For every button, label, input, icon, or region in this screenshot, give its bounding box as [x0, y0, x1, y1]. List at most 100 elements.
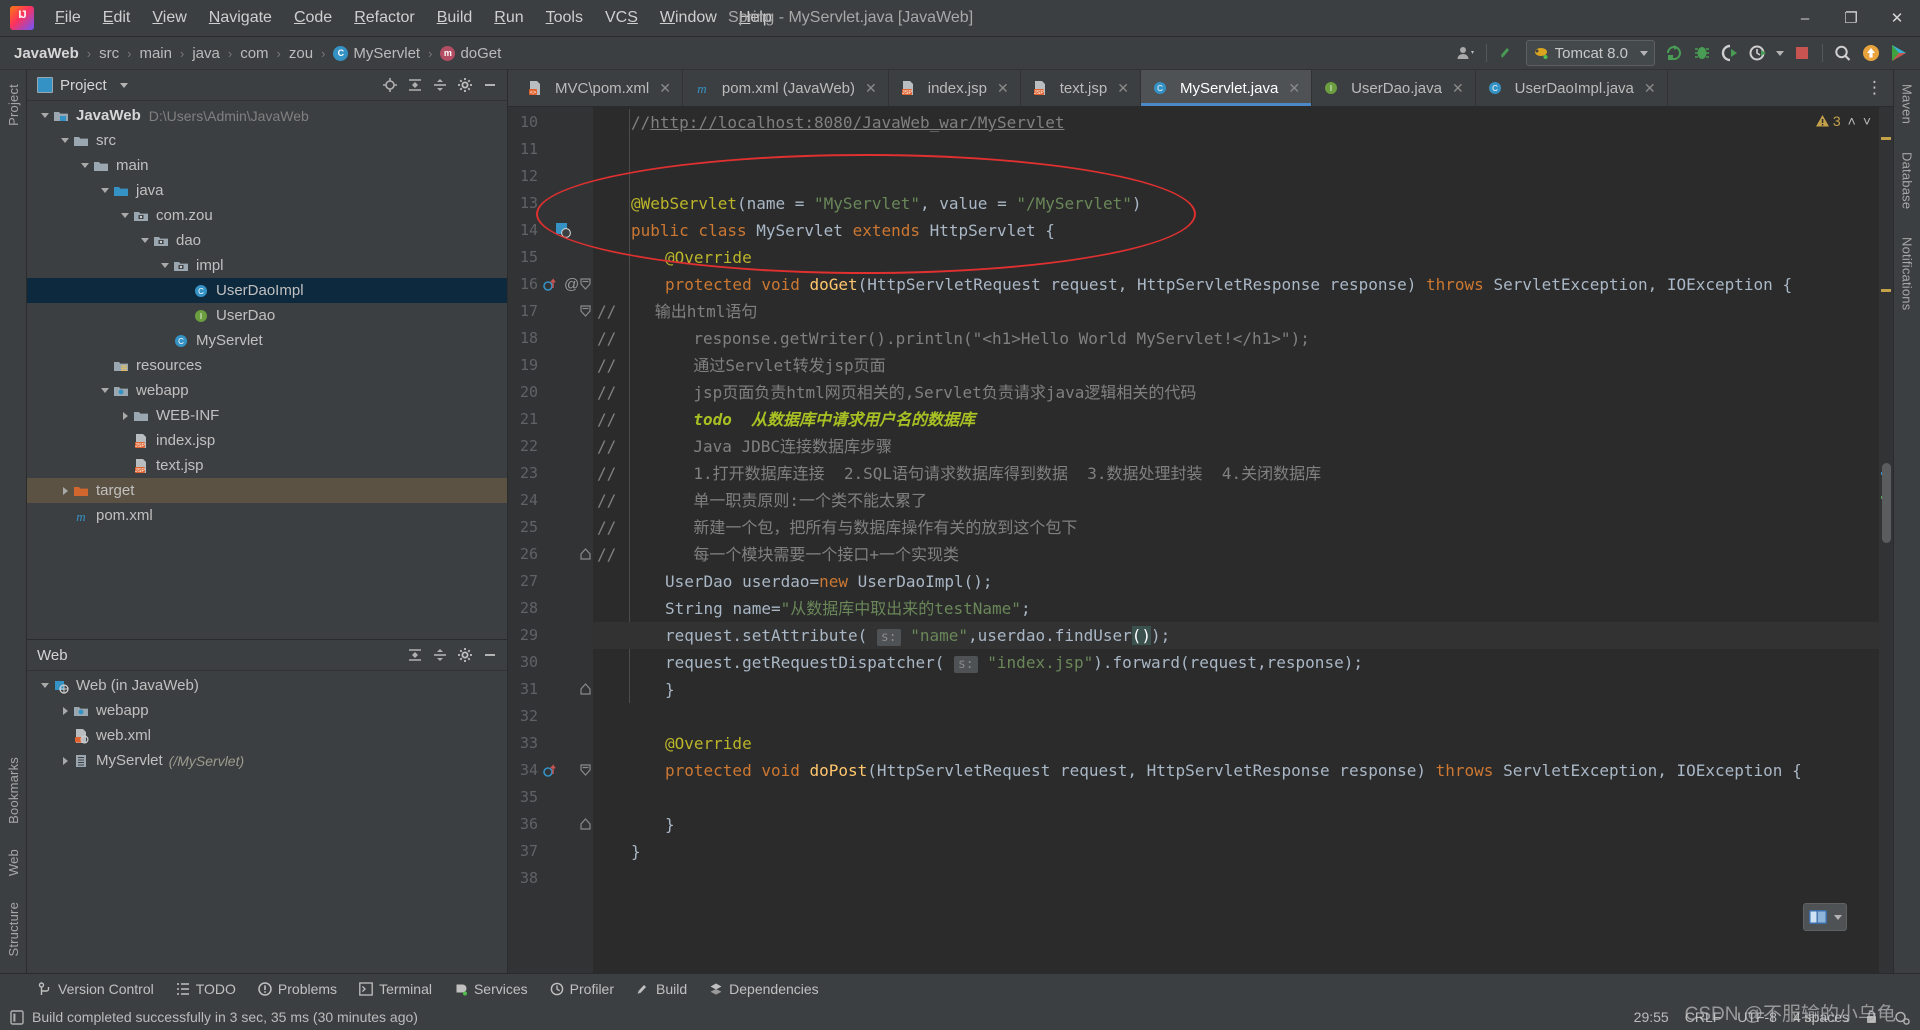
editor-tab-mvc-pom-xml[interactable]: <> MVC\pom.xml ✕	[516, 70, 683, 106]
ide-icon[interactable]	[1886, 40, 1912, 66]
menu-build[interactable]: Build	[426, 5, 484, 31]
project-tree-item[interactable]: C UserDaoImpl	[27, 278, 507, 303]
line-number[interactable]: 35	[508, 784, 593, 811]
line-number[interactable]: 23	[508, 460, 593, 487]
project-tree-item[interactable]: JSP text.jsp	[27, 453, 507, 478]
close-icon[interactable]: ✕	[1117, 80, 1129, 97]
code-line[interactable]: UserDao userdao=new UserDaoImpl();	[665, 568, 993, 595]
tree-toggle-icon[interactable]	[57, 138, 73, 143]
search-everywhere-icon[interactable]	[1830, 40, 1856, 66]
rerun-icon[interactable]	[1661, 40, 1687, 66]
chevron-down-icon[interactable]	[119, 82, 128, 88]
run-configuration-selector[interactable]: Tomcat 8.0	[1525, 40, 1655, 66]
tool-tab-database[interactable]: Database	[1900, 144, 1915, 217]
project-tree-item[interactable]: src	[27, 128, 507, 153]
code-line[interactable]: //http://localhost:8080/JavaWeb_war/MySe…	[631, 109, 1064, 136]
line-number[interactable]: 28	[508, 595, 593, 622]
close-icon[interactable]: ✕	[997, 80, 1009, 97]
minimize-button[interactable]: –	[1782, 0, 1828, 36]
line-number[interactable]: 32	[508, 703, 593, 730]
code-fold-icon[interactable]	[580, 764, 591, 779]
inspection-widget[interactable]: 3 ˄ ˅	[1815, 113, 1871, 129]
menu-file[interactable]: File	[44, 5, 92, 31]
code-line[interactable]: request.setAttribute( s: "name",userdao.…	[665, 622, 1170, 649]
tree-toggle-icon[interactable]	[117, 213, 133, 218]
project-tree-item[interactable]: webapp	[27, 378, 507, 403]
breadcrumb-item-myservlet[interactable]: C MyServlet	[331, 45, 422, 62]
line-number[interactable]: 11	[508, 136, 593, 163]
code-line[interactable]: // 单一职责原则:一个类不能太累了	[597, 487, 927, 514]
line-number[interactable]: 13	[508, 190, 593, 217]
code-line[interactable]: // todo 从数据库中请求用户名的数据库	[597, 406, 975, 433]
close-icon[interactable]: ✕	[659, 80, 671, 97]
web-tree-item[interactable]: web.xml	[27, 723, 507, 748]
close-icon[interactable]: ✕	[1288, 80, 1300, 97]
code-fold-icon[interactable]	[580, 305, 591, 320]
tool-tab-project[interactable]: Project	[6, 76, 21, 134]
profiler-dropdown-icon[interactable]	[1773, 40, 1787, 66]
line-number[interactable]: 15	[508, 244, 593, 271]
project-tree-item[interactable]: m pom.xml	[27, 503, 507, 528]
line-number[interactable]: 29	[508, 622, 593, 649]
line-number[interactable]: 27	[508, 568, 593, 595]
code-line[interactable]: // 1.打开数据库连接 2.SQL语句请求数据库得到数据 3.数据处理封装 4…	[597, 460, 1321, 487]
line-number[interactable]: 37	[508, 838, 593, 865]
code-fold-icon[interactable]	[580, 683, 591, 698]
code-line[interactable]: @Override	[665, 730, 752, 757]
breadcrumb-item-src[interactable]: src	[97, 45, 121, 62]
update-icon[interactable]	[1858, 40, 1884, 66]
menu-window[interactable]: Window	[649, 5, 728, 31]
breadcrumb-item-java[interactable]: java	[190, 45, 222, 62]
tool-tab-structure[interactable]: Structure	[6, 894, 21, 965]
project-tree-item[interactable]: impl	[27, 253, 507, 278]
settings-icon[interactable]	[454, 74, 476, 96]
close-button[interactable]: ✕	[1874, 0, 1920, 36]
project-tree-item[interactable]: JSP index.jsp	[27, 428, 507, 453]
code-line[interactable]: // Java JDBC连接数据库步骤	[597, 433, 892, 460]
tool-window-terminal[interactable]: Terminal	[349, 978, 442, 1000]
line-number[interactable]: 14	[508, 217, 593, 244]
expand-all-icon[interactable]	[404, 74, 426, 96]
tool-tab-notifications[interactable]: Notifications	[1900, 229, 1915, 318]
code-fold-icon[interactable]	[580, 548, 591, 563]
tree-toggle-icon[interactable]	[157, 263, 173, 268]
expand-all-icon[interactable]	[404, 644, 426, 666]
run-with-coverage-icon[interactable]	[1717, 40, 1743, 66]
line-number[interactable]: 22	[508, 433, 593, 460]
tool-tab-bookmarks[interactable]: Bookmarks	[6, 749, 21, 832]
stop-icon[interactable]	[1789, 40, 1815, 66]
project-tree[interactable]: JavaWeb D:\Users\Admin\JavaWeb src main java…	[27, 101, 507, 639]
line-number[interactable]: 30	[508, 649, 593, 676]
tool-window-build[interactable]: Build	[626, 978, 697, 1000]
code-line[interactable]: // 每一个模块需要一个接口+一个实现类	[597, 541, 959, 568]
menu-vcs[interactable]: VCS	[594, 5, 649, 31]
code-fold-icon[interactable]	[580, 818, 591, 833]
code-content[interactable]: //http://localhost:8080/JavaWeb_war/MySe…	[593, 107, 1879, 973]
breadcrumb-item-com[interactable]: com	[238, 45, 270, 62]
locate-icon[interactable]	[379, 74, 401, 96]
line-number[interactable]: 25	[508, 514, 593, 541]
tree-toggle-icon[interactable]	[57, 757, 73, 765]
code-line[interactable]: }	[665, 811, 675, 838]
error-stripe-marker-gutter[interactable]	[1879, 107, 1893, 973]
project-tree-item[interactable]: java	[27, 178, 507, 203]
collapse-all-icon[interactable]	[429, 74, 451, 96]
tool-tab-maven[interactable]: Maven	[1900, 76, 1915, 132]
code-line[interactable]: // response.getWriter().println("<h1>Hel…	[597, 325, 1310, 352]
close-icon[interactable]: ✕	[1644, 80, 1656, 97]
profiler-icon[interactable]	[1745, 40, 1771, 66]
tool-window-todo[interactable]: TODO	[166, 978, 246, 1000]
menu-refactor[interactable]: Refactor	[343, 5, 425, 31]
code-line[interactable]: // 新建一个包，把所有与数据库操作有关的放到这个包下	[597, 514, 1077, 541]
code-line[interactable]: }	[665, 676, 675, 703]
tree-toggle-icon[interactable]	[77, 163, 93, 168]
editor-tab-pom-xml--javaweb-[interactable]: m pom.xml (JavaWeb) ✕	[683, 70, 889, 106]
settings-icon[interactable]	[454, 644, 476, 666]
collapse-all-icon[interactable]	[429, 644, 451, 666]
tree-toggle-icon[interactable]	[97, 388, 113, 393]
project-tree-item[interactable]: WEB-INF	[27, 403, 507, 428]
editor-floating-toolbar[interactable]	[1803, 903, 1847, 931]
line-number[interactable]: 12	[508, 163, 593, 190]
editor-tab-myservlet-java[interactable]: C MyServlet.java ✕	[1140, 70, 1313, 106]
project-panel-title-group[interactable]: Project	[37, 77, 128, 94]
